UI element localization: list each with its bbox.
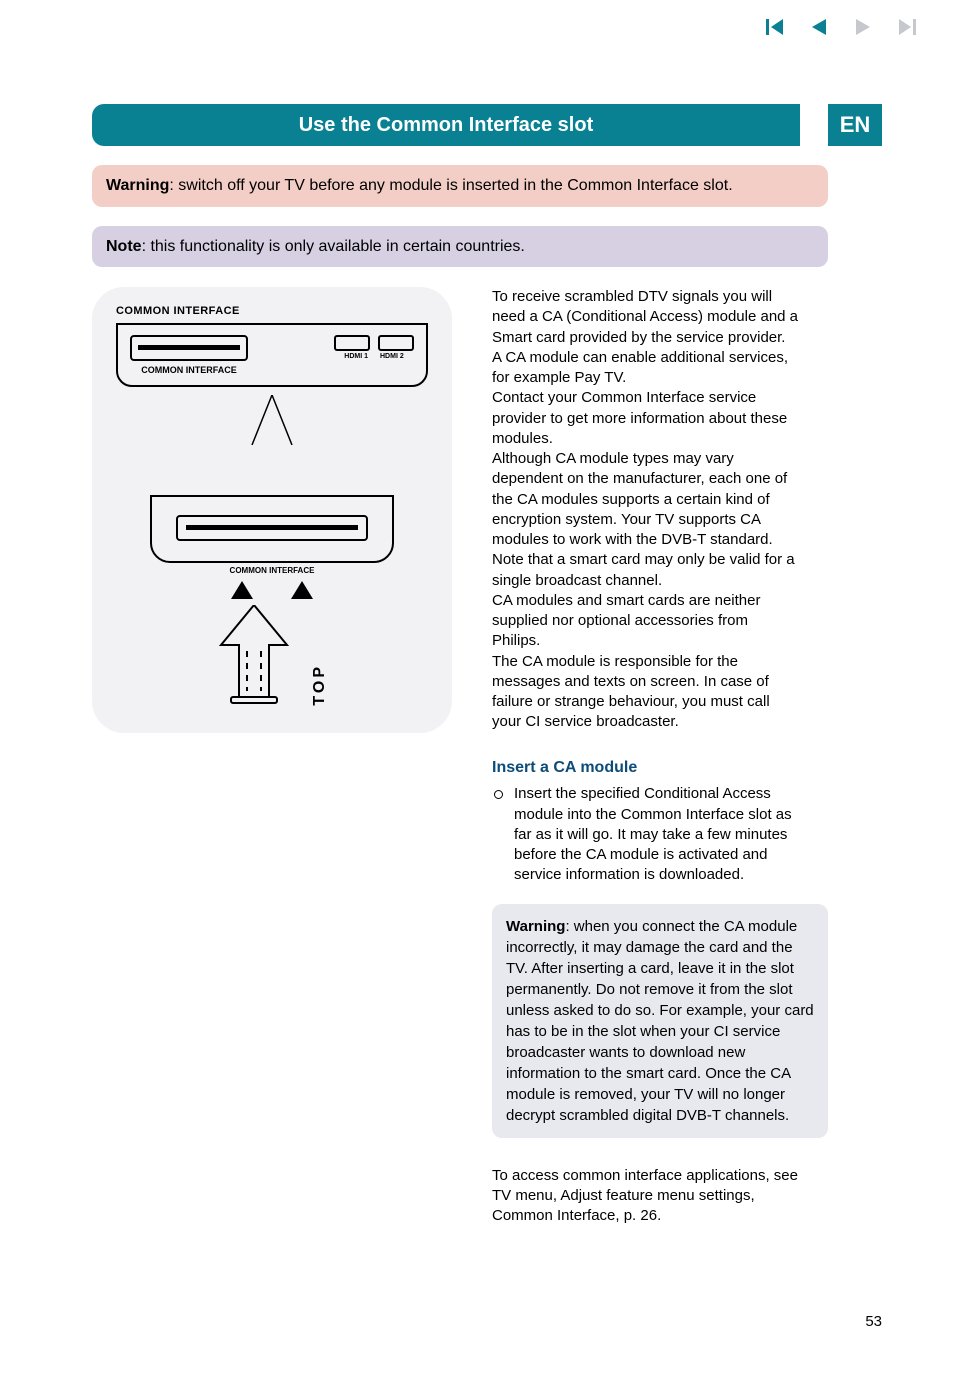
pointer-line-icon <box>242 395 302 445</box>
insert-triangles <box>231 581 313 599</box>
closing-paragraph: To access common interface applications,… <box>492 1166 800 1227</box>
language-badge: EN <box>828 104 882 146</box>
next-page-icon[interactable] <box>854 18 872 36</box>
insert-arrow: TOP <box>215 605 329 705</box>
first-page-icon[interactable] <box>766 18 784 36</box>
top-label: TOP <box>311 664 329 706</box>
hdmi1-label: HDMI 1 <box>344 353 368 360</box>
body-p2: A CA module can enable additional servic… <box>492 348 800 389</box>
body-p6: CA modules and smart cards are neither s… <box>492 591 800 652</box>
warning-label: Warning <box>106 177 169 194</box>
warning2-label: Warning <box>506 918 565 935</box>
figure-column: COMMON INTERFACE COMMON INTERFACE HDMI 1 <box>92 287 452 1226</box>
hdmi2-port-icon <box>378 335 414 351</box>
warning-text: : switch off your TV before any module i… <box>169 177 732 194</box>
panel-title: COMMON INTERFACE <box>116 305 428 317</box>
ci-slot-icon <box>130 335 248 361</box>
module-diagram: COMMON INTERFACE TOP <box>116 395 428 705</box>
page-number: 53 <box>865 1313 882 1330</box>
content-columns: COMMON INTERFACE COMMON INTERFACE HDMI 1 <box>92 287 800 1226</box>
body-p3: Contact your Common Interface service pr… <box>492 388 800 449</box>
body-p4: Although CA module types may vary depend… <box>492 449 800 550</box>
last-page-icon[interactable] <box>898 18 916 36</box>
triangle-up-icon <box>231 581 253 599</box>
insert-steps: Insert the specified Conditional Access … <box>492 784 800 885</box>
note-text: : this functionality is only available i… <box>142 238 525 255</box>
ca-module-slot-icon <box>176 515 368 541</box>
ci-slot-group: COMMON INTERFACE <box>130 335 248 375</box>
heading-bar: Use the Common Interface slot EN <box>92 104 882 146</box>
up-arrow-icon <box>215 605 293 705</box>
warning-banner: Warning: switch off your TV before any m… <box>92 165 828 207</box>
note-banner: Note: this functionality is only availab… <box>92 226 828 268</box>
insert-step-1: Insert the specified Conditional Access … <box>492 784 800 885</box>
nav-icons <box>766 18 916 36</box>
hdmi-group: HDMI 1 HDMI 2 <box>334 335 414 360</box>
warning2-text: : when you connect the CA module incorre… <box>506 918 814 1124</box>
body-p1: To receive scrambled DTV signals you wil… <box>492 287 800 348</box>
tv-back-panel: COMMON INTERFACE HDMI 1 HDMI 2 <box>116 323 428 387</box>
prev-page-icon[interactable] <box>810 18 828 36</box>
ca-module-outline <box>150 495 394 563</box>
body-p7: The CA module is responsible for the mes… <box>492 652 800 733</box>
insert-heading: Insert a CA module <box>492 757 800 779</box>
hdmi2-label: HDMI 2 <box>380 353 404 360</box>
page-title: Use the Common Interface slot <box>92 104 800 146</box>
ca-module-label: COMMON INTERFACE <box>230 566 315 575</box>
hdmi1-port-icon <box>334 335 370 351</box>
text-column: To receive scrambled DTV signals you wil… <box>492 287 800 1226</box>
body-p5: Note that a smart card may only be valid… <box>492 550 800 591</box>
page: Use the Common Interface slot EN Warning… <box>0 0 954 1378</box>
interface-figure: COMMON INTERFACE COMMON INTERFACE HDMI 1 <box>92 287 452 733</box>
warning-box: Warning: when you connect the CA module … <box>492 904 828 1138</box>
note-label: Note <box>106 238 142 255</box>
ci-slot-label: COMMON INTERFACE <box>130 365 248 375</box>
heading-gap <box>800 104 828 146</box>
triangle-up-icon <box>291 581 313 599</box>
